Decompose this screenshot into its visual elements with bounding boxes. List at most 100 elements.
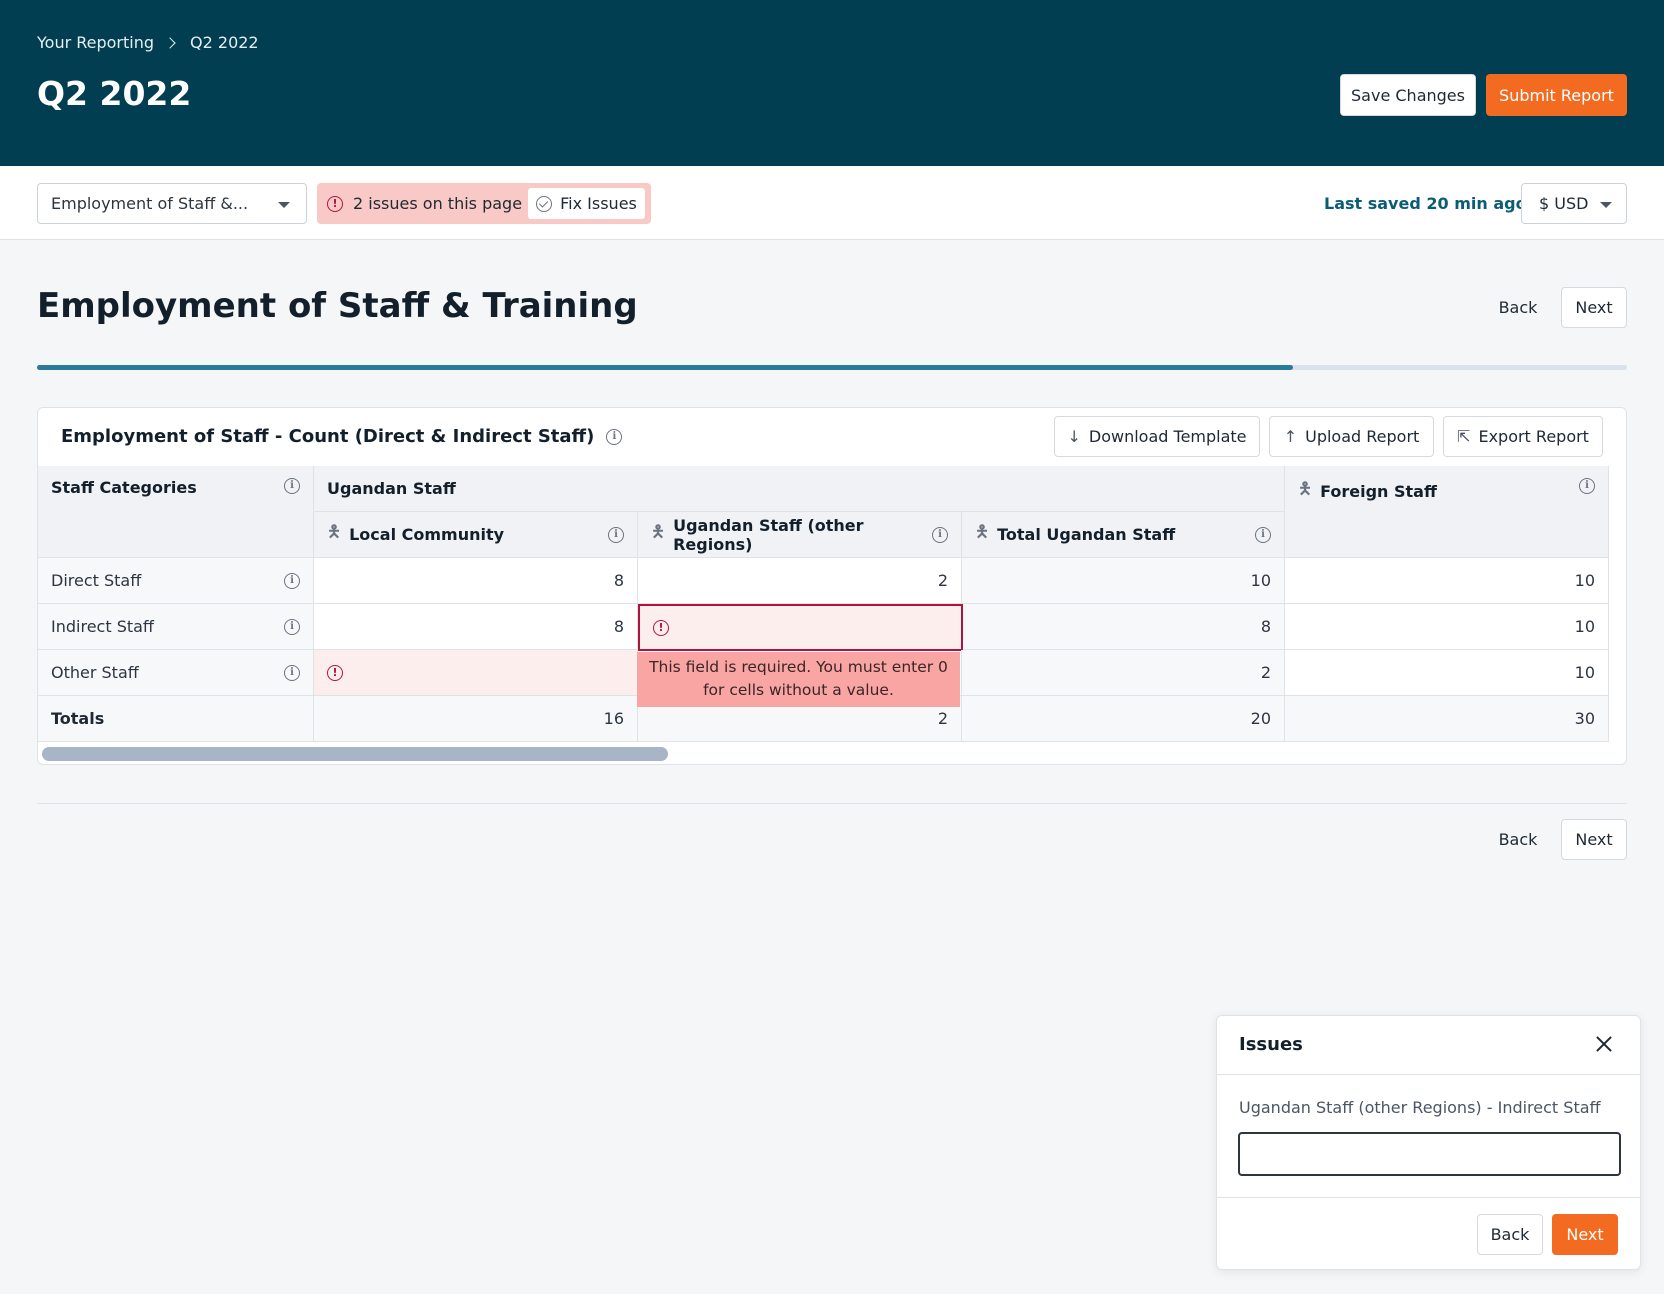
info-icon[interactable]: i — [1579, 478, 1595, 494]
caret-down-icon — [278, 202, 290, 208]
currency-value: $ USD — [1539, 194, 1589, 213]
check-circle-icon — [536, 195, 553, 212]
row-label-text: Direct Staff — [51, 571, 142, 590]
arrow-up-icon: ↑ — [1283, 427, 1298, 446]
error-icon: ! — [653, 619, 669, 636]
section-select[interactable]: Employment of Staff &... — [37, 183, 307, 224]
header-ugandan-other-regions-label: Ugandan Staff (other Regions) — [673, 515, 864, 554]
export-icon: ⇱ — [1457, 427, 1471, 446]
divider — [1217, 1197, 1640, 1198]
person-icon: 🯅 — [1298, 479, 1313, 498]
upload-report-button[interactable]: ↑ Upload Report — [1269, 416, 1434, 457]
info-icon[interactable]: i — [608, 526, 624, 543]
next-button-bottom[interactable]: Next — [1561, 819, 1627, 860]
header-ugandan-other-regions: 🯅 Ugandan Staff (other Regions) i — [638, 512, 962, 558]
header-foreign-staff: 🯅 Foreign Staff i — [1285, 466, 1609, 558]
header-foreign-staff-label: Foreign Staff — [1320, 482, 1437, 501]
table-cell-computed: 2 — [962, 650, 1285, 696]
total-cell: 16 — [314, 696, 638, 742]
arrow-down-icon: ↓ — [1067, 427, 1081, 446]
issues-count-text: 2 issues on this page — [353, 194, 523, 213]
person-icon: 🯅 — [651, 522, 666, 541]
close-icon[interactable] — [1592, 1032, 1616, 1056]
next-button-top[interactable]: Next — [1561, 287, 1627, 328]
table-cell-input[interactable]: 8 — [314, 558, 638, 604]
submit-report-button[interactable]: Submit Report — [1486, 74, 1627, 116]
table-cell-input[interactable]: 8 — [314, 604, 638, 650]
header-local-community-label: Local Community — [349, 525, 505, 544]
chevron-right-icon — [164, 36, 176, 49]
info-icon[interactable]: i — [284, 618, 300, 635]
row-label-text: Indirect Staff — [51, 617, 154, 636]
table-cell-computed: 8 — [963, 604, 1285, 650]
caret-down-icon — [1600, 202, 1612, 208]
info-icon[interactable]: i — [932, 526, 948, 543]
error-tooltip: This field is required. You must enter 0… — [637, 652, 960, 707]
total-cell: 30 — [1285, 696, 1609, 742]
table-cell-input-error-active[interactable]: ! — [638, 604, 963, 651]
card-title-text: Employment of Staff - Count (Direct & In… — [61, 426, 595, 447]
info-icon[interactable]: i — [284, 478, 300, 494]
total-cell: 20 — [962, 696, 1285, 742]
info-icon[interactable]: i — [1255, 526, 1271, 543]
error-icon: ! — [327, 195, 343, 212]
divider — [37, 803, 1627, 804]
divider — [1217, 1074, 1640, 1075]
header-staff-categories-label: Staff Categories — [51, 478, 197, 497]
info-icon[interactable]: i — [284, 572, 300, 589]
table-cell-input[interactable]: 10 — [1285, 558, 1609, 604]
issues-back-button[interactable]: Back — [1477, 1214, 1543, 1255]
header-local-community: 🯅 Local Community i — [314, 512, 638, 558]
progress-bar — [37, 365, 1627, 370]
back-button-bottom[interactable]: Back — [1487, 819, 1549, 859]
fix-issues-button[interactable]: Fix Issues — [528, 188, 645, 219]
currency-select[interactable]: $ USD — [1521, 183, 1627, 224]
download-template-label: Download Template — [1088, 427, 1247, 446]
table-cell-input-error[interactable]: ! — [314, 650, 638, 696]
save-changes-button[interactable]: Save Changes — [1340, 74, 1476, 116]
info-icon[interactable]: i — [284, 664, 300, 681]
person-icon: 🯅 — [327, 522, 342, 541]
upload-report-label: Upload Report — [1305, 427, 1420, 446]
issue-value-input[interactable] — [1238, 1132, 1621, 1176]
person-icon: 🯅 — [975, 522, 990, 541]
table-cell-input[interactable]: 10 — [1285, 604, 1609, 650]
info-icon[interactable]: i — [606, 428, 623, 445]
last-saved-status: Last saved 20 min ago — [1324, 194, 1527, 213]
staff-count-card: Employment of Staff - Count (Direct & In… — [37, 407, 1627, 765]
export-report-label: Export Report — [1478, 427, 1589, 446]
issues-next-button[interactable]: Next — [1552, 1214, 1618, 1255]
header-ugandan-staff-label: Ugandan Staff — [327, 479, 456, 498]
section-select-value: Employment of Staff &... — [51, 194, 249, 213]
issue-field-label: Ugandan Staff (other Regions) - Indirect… — [1239, 1098, 1601, 1117]
horizontal-scrollbar[interactable] — [42, 747, 668, 761]
download-template-button[interactable]: ↓ Download Template — [1054, 416, 1260, 457]
row-label-direct-staff: Direct Staff i — [38, 558, 314, 604]
page-title: Q2 2022 — [37, 74, 192, 113]
breadcrumb-link-your-reporting[interactable]: Your Reporting — [37, 33, 154, 52]
row-label-text: Other Staff — [51, 663, 139, 682]
header-total-ugandan-staff-label: Total Ugandan Staff — [997, 525, 1176, 544]
row-label-other-staff: Other Staff i — [38, 650, 314, 696]
card-title: Employment of Staff - Count (Direct & In… — [61, 426, 623, 447]
table-cell-computed: 10 — [962, 558, 1285, 604]
issues-panel: Issues Ugandan Staff (other Regions) - I… — [1216, 1015, 1641, 1270]
toolbar: Employment of Staff &... ! 2 issues on t… — [0, 166, 1664, 240]
error-icon: ! — [327, 664, 343, 681]
section-title: Employment of Staff & Training — [37, 286, 638, 326]
export-report-button[interactable]: ⇱ Export Report — [1443, 416, 1603, 457]
table-cell-input[interactable]: 10 — [1285, 650, 1609, 696]
table-cell-input[interactable]: 2 — [638, 558, 962, 604]
back-button-top[interactable]: Back — [1487, 287, 1549, 327]
top-header: Your Reporting Q2 2022 Q2 2022 Save Chan… — [0, 0, 1664, 166]
progress-fill — [37, 365, 1294, 370]
row-label-indirect-staff: Indirect Staff i — [38, 604, 314, 650]
header-total-ugandan-staff: 🯅 Total Ugandan Staff i — [962, 512, 1285, 558]
row-label-totals: Totals — [38, 696, 314, 742]
fix-issues-label: Fix Issues — [560, 194, 637, 213]
breadcrumb: Your Reporting Q2 2022 — [37, 33, 259, 52]
issues-panel-title: Issues — [1239, 1034, 1303, 1055]
header-staff-categories: Staff Categories i — [38, 466, 314, 558]
issues-banner: ! 2 issues on this page Fix Issues — [317, 183, 651, 224]
header-ugandan-staff-group: Ugandan Staff — [314, 466, 1285, 512]
